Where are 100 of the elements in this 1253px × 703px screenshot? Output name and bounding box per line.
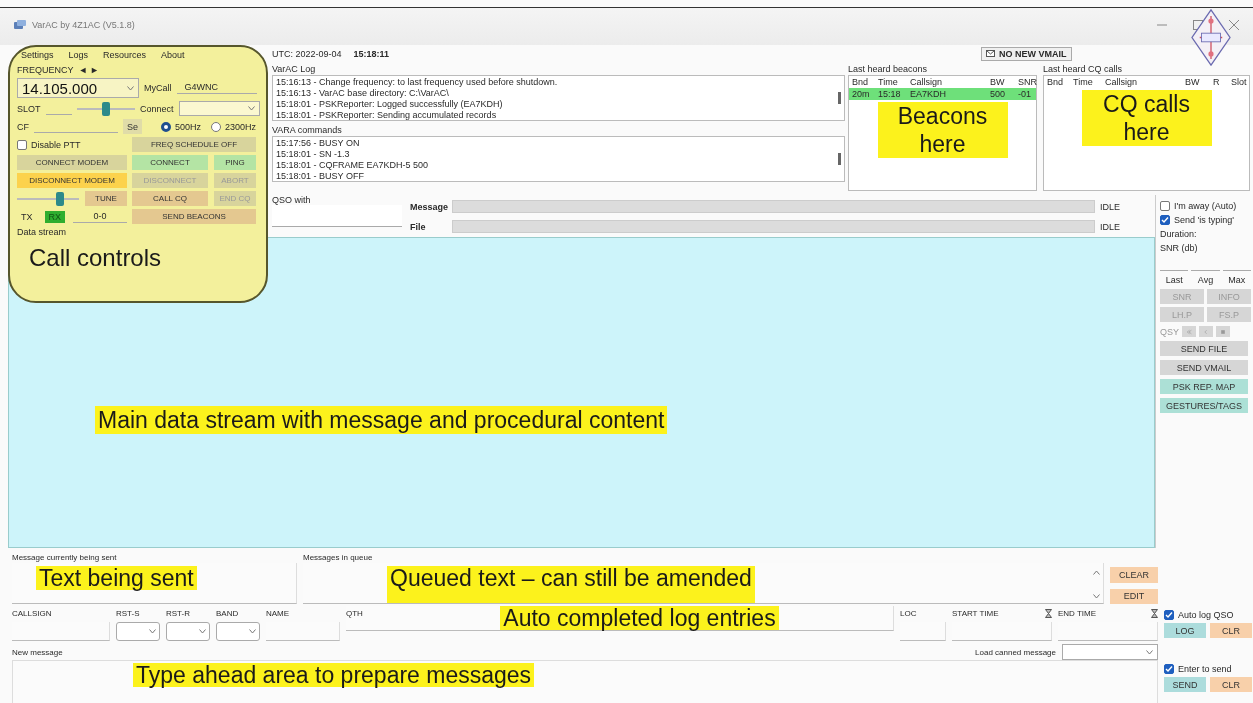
field-label: NAME — [266, 608, 290, 618]
sidebar-button[interactable]: PSK REP. MAP — [1160, 379, 1248, 394]
scroll-down-icon — [1093, 594, 1100, 599]
call-cq-button[interactable]: CALL CQ — [132, 191, 208, 206]
field-label: Load canned message — [975, 647, 1056, 657]
field-label: CALLSIGN — [12, 608, 52, 618]
cf-set-button[interactable]: Se — [123, 119, 142, 134]
table-cell-text: 20m — [852, 89, 871, 99]
column-header: Time — [878, 77, 899, 87]
scrollbar[interactable] — [838, 153, 841, 165]
connect-button[interactable]: CONNECT — [132, 155, 208, 170]
clear-log-button[interactable]: CLR — [1210, 623, 1252, 638]
clear-button[interactable]: CLEAR — [1110, 567, 1158, 583]
scrollbar[interactable] — [838, 92, 841, 104]
back-button[interactable] — [1199, 326, 1213, 337]
field-label: RST-R — [166, 608, 190, 618]
send-button[interactable]: SEND — [1164, 677, 1206, 692]
send-beacons-button[interactable]: SEND BEACONS — [132, 209, 256, 224]
connect-modem-button[interactable]: CONNECT MODEM — [17, 155, 127, 170]
menu-item[interactable]: Settings — [21, 50, 54, 60]
field-label: Duration: — [1160, 229, 1198, 239]
callout-title: Call controls — [28, 243, 163, 272]
column-header: Bnd — [1047, 77, 1064, 87]
mycall-field[interactable]: G4WNC — [176, 82, 257, 94]
dropdown-value: 14.105.000 — [22, 79, 98, 97]
annotation-label: Text being sent — [36, 566, 197, 590]
annotation-label: Beacons here — [877, 102, 1008, 158]
envelope-icon — [986, 50, 995, 57]
frequency-arrows[interactable]: ◄ ► — [78, 65, 99, 75]
rx-indicator: RX — [44, 210, 66, 223]
status-label: IDLE — [1099, 221, 1121, 232]
slider[interactable] — [76, 101, 136, 116]
field-label: QTH — [346, 608, 363, 618]
field-label: FREQUENCY — [17, 65, 74, 75]
new-message-field[interactable]: Type ahead area to prepare messages — [12, 660, 1158, 703]
hourglass-icon — [1045, 608, 1052, 618]
radio-label: 2300Hz — [225, 121, 257, 132]
menu-item[interactable]: About — [161, 50, 185, 60]
annotation-label: Type ahead area to prepare messages — [133, 663, 535, 687]
log-line: 15:16:13 - VarAC base directory: C:\VarAC\ — [276, 88, 450, 99]
slider[interactable] — [17, 191, 79, 206]
table-row[interactable]: 20m 15:18 EA7KDH 500 -01 — [849, 88, 1036, 100]
checkbox[interactable] — [1160, 201, 1170, 211]
section-label: Last heard beacons — [848, 63, 929, 75]
log-line: 15:18:01 - PSKReporter: Sending accumulated records — [276, 110, 498, 121]
slider-thumb[interactable] — [101, 101, 110, 116]
vmail-indicator[interactable]: NO NEW VMAIL — [981, 46, 1072, 61]
checkbox[interactable] — [17, 139, 27, 150]
clear-message-button[interactable]: CLR — [1210, 677, 1252, 692]
log-button[interactable]: LOG — [1164, 623, 1206, 638]
checkbox-label: Send 'is typing' — [1174, 215, 1234, 225]
canned-message-dropdown[interactable] — [1062, 644, 1158, 660]
annotation-label: Main data stream with message and procedural content — [95, 406, 668, 434]
field-label: Connect — [140, 103, 174, 114]
section-label: Last heard CQ calls — [1043, 63, 1124, 75]
checkbox-label: I'm away (Auto) — [1174, 201, 1237, 211]
edit-button[interactable]: EDIT — [1110, 588, 1158, 604]
radio-button[interactable] — [211, 121, 222, 132]
checkbox[interactable] — [1164, 610, 1174, 620]
checkbox[interactable] — [1160, 215, 1170, 225]
hourglass-icon — [1151, 608, 1158, 618]
dropdown[interactable] — [216, 622, 260, 641]
status-label: IDLE — [1099, 201, 1121, 212]
annotation-label: Queued text – can still be amended — [387, 566, 755, 603]
sidebar-button[interactable]: GESTURES/TAGS — [1160, 398, 1248, 413]
caret-icon — [249, 629, 256, 634]
dropdown[interactable] — [116, 622, 160, 641]
disconnect-modem-button[interactable]: DISCONNECT MODEM — [17, 173, 127, 188]
radio-button[interactable] — [161, 121, 171, 132]
ping-button[interactable]: PING — [214, 155, 256, 170]
annotation-label: CQ calls here — [1081, 90, 1212, 146]
menu-item[interactable]: Logs — [68, 50, 89, 60]
dropdown[interactable] — [166, 622, 210, 641]
sidebar-button[interactable]: SEND FILE — [1160, 341, 1248, 356]
scroll-up-icon — [1093, 570, 1100, 575]
field-label: END TIME — [1058, 608, 1097, 618]
caret-icon — [248, 106, 255, 111]
connect-dropdown[interactable] — [178, 101, 260, 116]
fast-back-button[interactable] — [1182, 326, 1196, 337]
column-header: Time — [1073, 77, 1094, 87]
sidebar-button[interactable]: SEND VMAIL — [1160, 360, 1248, 375]
menu-item[interactable]: Resources — [103, 50, 147, 60]
log-line: 15:16:13 - Change frequency: to last frequency used before shutdown. — [276, 77, 558, 88]
section-label: VARA commands — [272, 124, 343, 136]
field-label: SNR (db) — [1160, 243, 1199, 253]
qso-field[interactable] — [272, 205, 402, 227]
utc-date: UTC: 2022-09-04 — [272, 48, 342, 59]
freq-schedule-button[interactable]: FREQ SCHEDULE OFF — [132, 137, 256, 152]
column-header: Callsign — [910, 77, 943, 87]
message-queue-box[interactable]: Queued text – can still be amended — [303, 563, 1104, 604]
column-header: R — [1213, 77, 1221, 87]
field-label: BAND — [216, 608, 239, 618]
caret-icon — [127, 85, 134, 91]
frequency-dropdown[interactable]: 14.105.000 — [17, 78, 139, 98]
stop-button[interactable] — [1216, 326, 1230, 337]
tune-button[interactable]: TUNE — [85, 191, 127, 206]
slider-thumb[interactable] — [55, 191, 64, 206]
table-cell-text: -01 — [1018, 89, 1032, 99]
annotation-label: Auto completed log entries — [500, 606, 779, 630]
checkbox[interactable] — [1164, 664, 1174, 674]
